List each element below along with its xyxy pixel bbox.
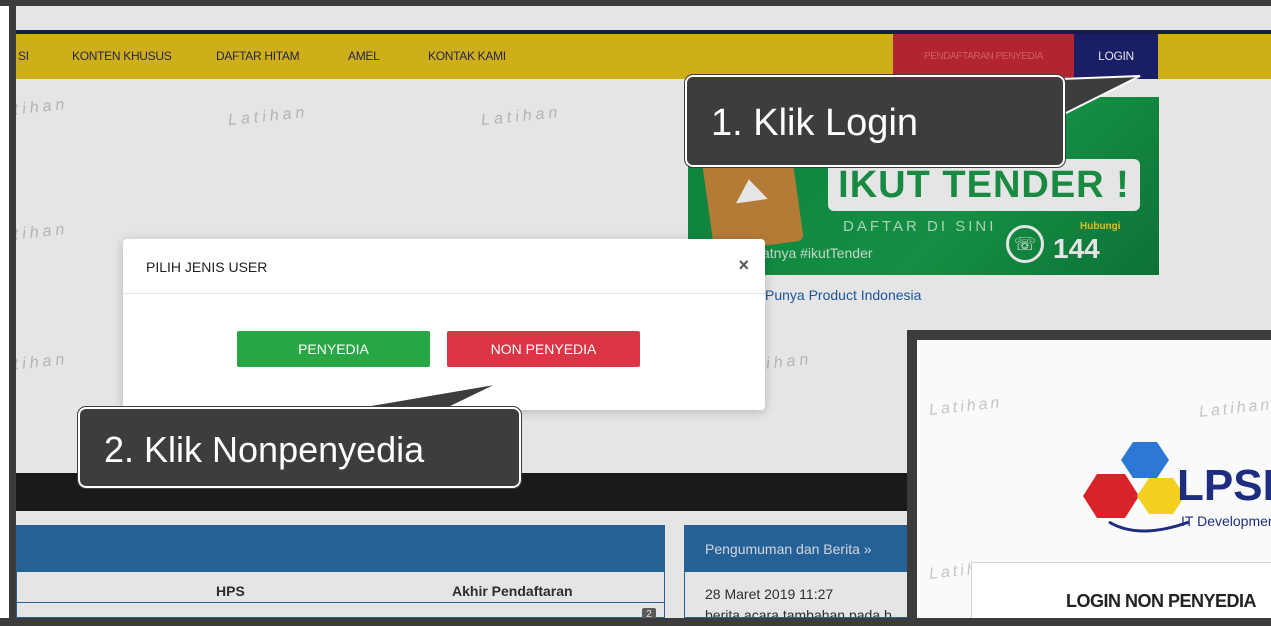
watermark: Latihan — [1198, 396, 1271, 421]
screenshot-frame: SI KONTEN KHUSUS DAFTAR HITAM AMEL KONTA… — [0, 0, 1271, 626]
blue-hexagon-icon — [1121, 442, 1169, 478]
callout-step1: 1. Klik Login — [684, 74, 1066, 168]
inset-login-preview: Latihan Latihan Latihan LPSE IT Developm… — [907, 330, 1271, 626]
logo-text: LPSE — [1177, 461, 1271, 510]
logo-swoosh — [1108, 520, 1190, 533]
red-hexagon-icon — [1083, 474, 1139, 518]
frame-border-left — [9, 0, 16, 626]
logo-subtitle: IT Development — [1181, 513, 1271, 529]
inset-content: Latihan Latihan Latihan LPSE IT Developm… — [917, 340, 1271, 626]
frame-border-bottom — [0, 618, 1271, 626]
callout-step2: 2. Klik Nonpenyedia — [77, 406, 522, 489]
lpse-logo: LPSE IT Development — [1083, 442, 1271, 533]
login-non-penyedia-box: LOGIN NON PENYEDIA — [971, 562, 1271, 626]
frame-border-top — [0, 0, 1271, 6]
watermark: Latihan — [928, 394, 1004, 419]
login-title: LOGIN NON PENYEDIA — [1066, 591, 1257, 611]
